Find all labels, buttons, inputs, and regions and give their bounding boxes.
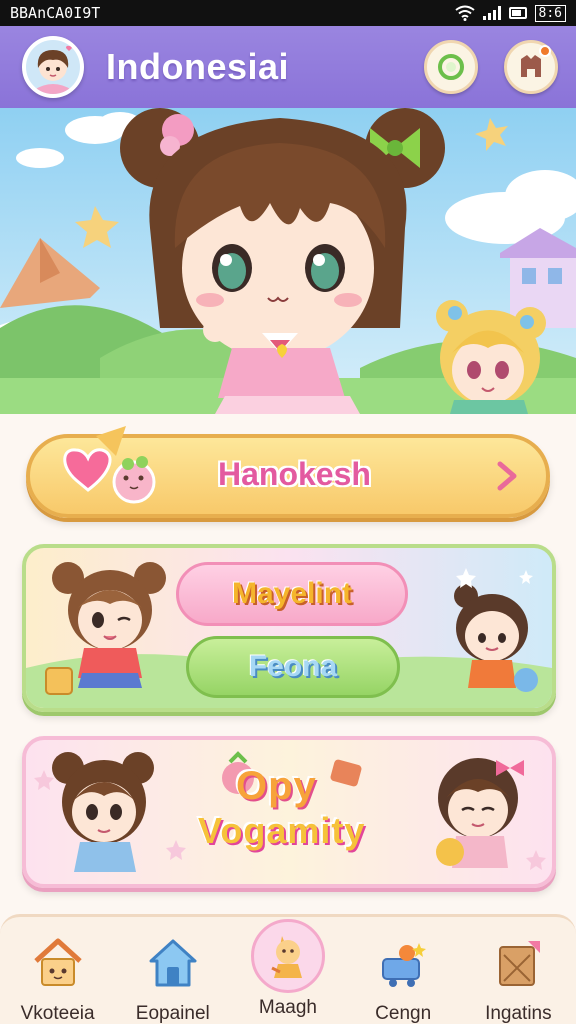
nav-item-eopainel[interactable]: Eopainel [118, 931, 228, 1024]
status-time: 8:6 [534, 4, 566, 22]
feature-card: Mayelint Feona [22, 544, 556, 712]
status-bar: BBAnCA0I9T 8:6 [0, 0, 576, 26]
nav-label: Ingatins [485, 1003, 552, 1024]
nav-item-maagh[interactable]: Maagh [233, 919, 343, 1019]
rewards-button[interactable] [424, 40, 478, 94]
event-card[interactable]: Opy Vogamity [22, 736, 556, 888]
nav-label: Eopainel [135, 1003, 210, 1024]
clover-icon [438, 54, 464, 80]
character-icon [250, 919, 325, 993]
banner-button[interactable]: Hanokesh [26, 426, 550, 518]
chevron-right-icon [497, 461, 517, 491]
avatar-girl-icon [26, 40, 80, 94]
bottom-nav: Vkoteeia Eopainel Maagh Cengn Ingatins [0, 914, 576, 1024]
nav-label: Vkoteeia [20, 1003, 95, 1024]
nav-item-vkoteeia[interactable]: Vkoteeia [3, 931, 113, 1024]
nav-item-cengn[interactable]: Cengn [348, 931, 458, 1024]
app-screen: BBAnCA0I9T 8:6 Indonesiai Hanokesh Mayel… [0, 0, 576, 1024]
home-icon [141, 931, 205, 995]
wifi-icon [454, 5, 475, 21]
house-icon [26, 931, 90, 995]
app-title: Indonesiai [106, 46, 290, 87]
heart-pet-icon [63, 426, 156, 504]
nav-label: Maagh [258, 997, 318, 1018]
shop-button[interactable] [504, 40, 558, 94]
app-header: Indonesiai [0, 26, 576, 108]
event-title-line2: Vogamity [198, 810, 366, 851]
banner-button-label: Hanokesh [218, 456, 371, 492]
status-icons: 8:6 [454, 4, 566, 22]
scroll-icon [486, 931, 550, 995]
primary-mode-button[interactable]: Mayelint [176, 562, 408, 626]
hero-banner [0, 108, 576, 414]
hero-illustration [0, 108, 576, 414]
event-title-line1: Opy [236, 764, 317, 808]
cart-icon [371, 931, 435, 995]
profile-avatar[interactable] [22, 36, 84, 98]
battery-icon [508, 7, 527, 19]
secondary-mode-button[interactable]: Feona [186, 636, 400, 698]
nav-item-ingatins[interactable]: Ingatins [463, 931, 573, 1024]
nav-label: Cengn [375, 1003, 432, 1024]
notification-dot [539, 45, 551, 57]
carrier-text: BBAnCA0I9T [10, 4, 101, 22]
signal-icon [482, 6, 501, 20]
